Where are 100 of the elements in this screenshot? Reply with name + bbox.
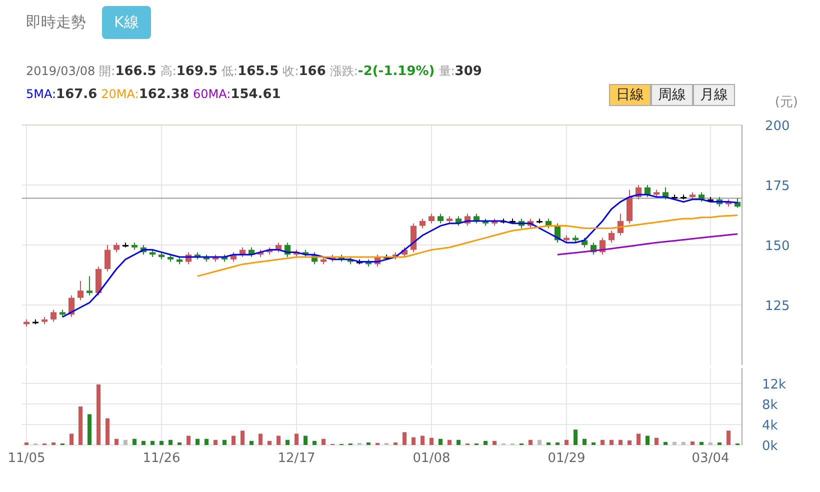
- candlestick: [608, 230, 614, 244]
- volume-bar: [294, 434, 298, 445]
- volume-bar: [384, 442, 388, 445]
- volume-bar: [412, 437, 416, 445]
- candlestick: [104, 244, 110, 272]
- axis-label: 0k: [762, 439, 778, 454]
- volume-bar: [484, 440, 488, 445]
- candlestick: [420, 218, 426, 229]
- volume-bar: [124, 440, 128, 445]
- volume-bar: [88, 414, 92, 445]
- volume-bar: [366, 442, 370, 445]
- volume-bar: [114, 438, 118, 445]
- candlestick: [662, 186, 668, 200]
- volume-bar: [456, 440, 460, 445]
- field-value: -2(-1.19%): [358, 63, 435, 81]
- volume-bar: [708, 442, 712, 445]
- date-label: 12/17: [278, 451, 316, 466]
- volume-bar: [286, 440, 290, 445]
- volume-bar: [664, 442, 668, 445]
- volume-bar: [312, 440, 316, 445]
- volume-bar: [682, 442, 686, 445]
- volume-bar: [448, 440, 452, 445]
- date-label: 11/05: [8, 451, 46, 466]
- candlestick: [428, 213, 434, 224]
- volume-bar: [672, 442, 676, 445]
- candlestick: [474, 213, 480, 224]
- volume-bar: [204, 438, 208, 445]
- volume-bar: [132, 438, 136, 445]
- volume-bar: [690, 441, 694, 445]
- period-button[interactable]: 月線: [692, 84, 735, 106]
- axis-label: 200: [765, 120, 790, 134]
- volume-bar: [430, 438, 434, 445]
- volume-bar: [24, 442, 28, 445]
- volume-bar: [438, 438, 442, 445]
- volume-bar: [142, 440, 146, 445]
- volume-bar: [564, 440, 568, 445]
- volume-bar: [322, 438, 326, 445]
- volume-bar: [70, 434, 74, 445]
- volume-bar: [556, 442, 560, 445]
- candlestick: [438, 213, 444, 224]
- candlestick: [78, 280, 84, 301]
- ma-label: 60MA:: [193, 86, 231, 103]
- field-value: 166: [298, 63, 326, 81]
- ma-value: 154.61: [230, 86, 281, 104]
- field-value: 309: [454, 63, 482, 81]
- volume-bar: [538, 440, 542, 445]
- volume-bar: [600, 440, 604, 445]
- volume-bar: [276, 436, 280, 445]
- period-button[interactable]: 周線: [650, 84, 693, 106]
- volume-bar: [232, 436, 236, 445]
- volume-bar: [636, 434, 640, 445]
- axis-label: 175: [765, 179, 790, 194]
- field-value: 169.5: [176, 63, 218, 81]
- field-label: 漲跌:: [330, 63, 358, 80]
- volume-bar: [214, 440, 218, 445]
- axis-label: 125: [765, 299, 790, 314]
- date-label: 01/08: [412, 451, 450, 466]
- tab[interactable]: 即時走勢: [26, 6, 86, 39]
- candlestick: [644, 184, 650, 198]
- volume-bar: [160, 440, 164, 445]
- volume-bar: [610, 440, 614, 445]
- field-label: 高:: [160, 63, 176, 80]
- field-value: 165.5: [238, 63, 279, 81]
- volume-bar: [168, 440, 172, 445]
- candlestick: [626, 189, 632, 224]
- volume-bar: [528, 440, 532, 445]
- field-label: 收:: [282, 63, 299, 80]
- volume-bar: [222, 440, 226, 445]
- volume-bar: [304, 436, 308, 445]
- volume-bar: [574, 430, 578, 445]
- candlestick: [96, 266, 102, 296]
- field-label: 量:: [438, 63, 455, 80]
- volume-bar: [646, 436, 650, 445]
- ma-label: 20MA:: [101, 86, 139, 103]
- ma-label: 5MA:: [26, 86, 56, 103]
- volume-bar: [150, 440, 154, 445]
- volume-bar: [96, 384, 100, 445]
- volume-bar: [718, 442, 722, 445]
- date-label: 11/26: [142, 451, 180, 466]
- volume-bar: [250, 440, 254, 445]
- field-label: 低:: [222, 63, 238, 80]
- volume-bar: [618, 440, 622, 445]
- ma-value: 167.6: [56, 86, 98, 104]
- candlestick: [410, 222, 416, 253]
- volume-bar: [186, 436, 190, 445]
- quote-date: 2019/03/08: [26, 63, 96, 80]
- candlestick: [86, 276, 92, 296]
- volume-bar: [582, 438, 586, 445]
- axis-label: 12k: [762, 377, 786, 392]
- volume-bar: [402, 432, 406, 445]
- candlestick: [50, 309, 56, 322]
- volume-bar: [258, 434, 262, 445]
- ma-value: 162.38: [138, 86, 189, 104]
- volume-bar: [546, 442, 550, 445]
- axis-label: 4k: [762, 418, 778, 434]
- period-button[interactable]: 日線: [608, 84, 651, 106]
- date-label: 01/29: [548, 451, 586, 466]
- volume-bar: [376, 442, 380, 445]
- volume-bar: [358, 442, 362, 445]
- field-value: 166.5: [115, 63, 156, 81]
